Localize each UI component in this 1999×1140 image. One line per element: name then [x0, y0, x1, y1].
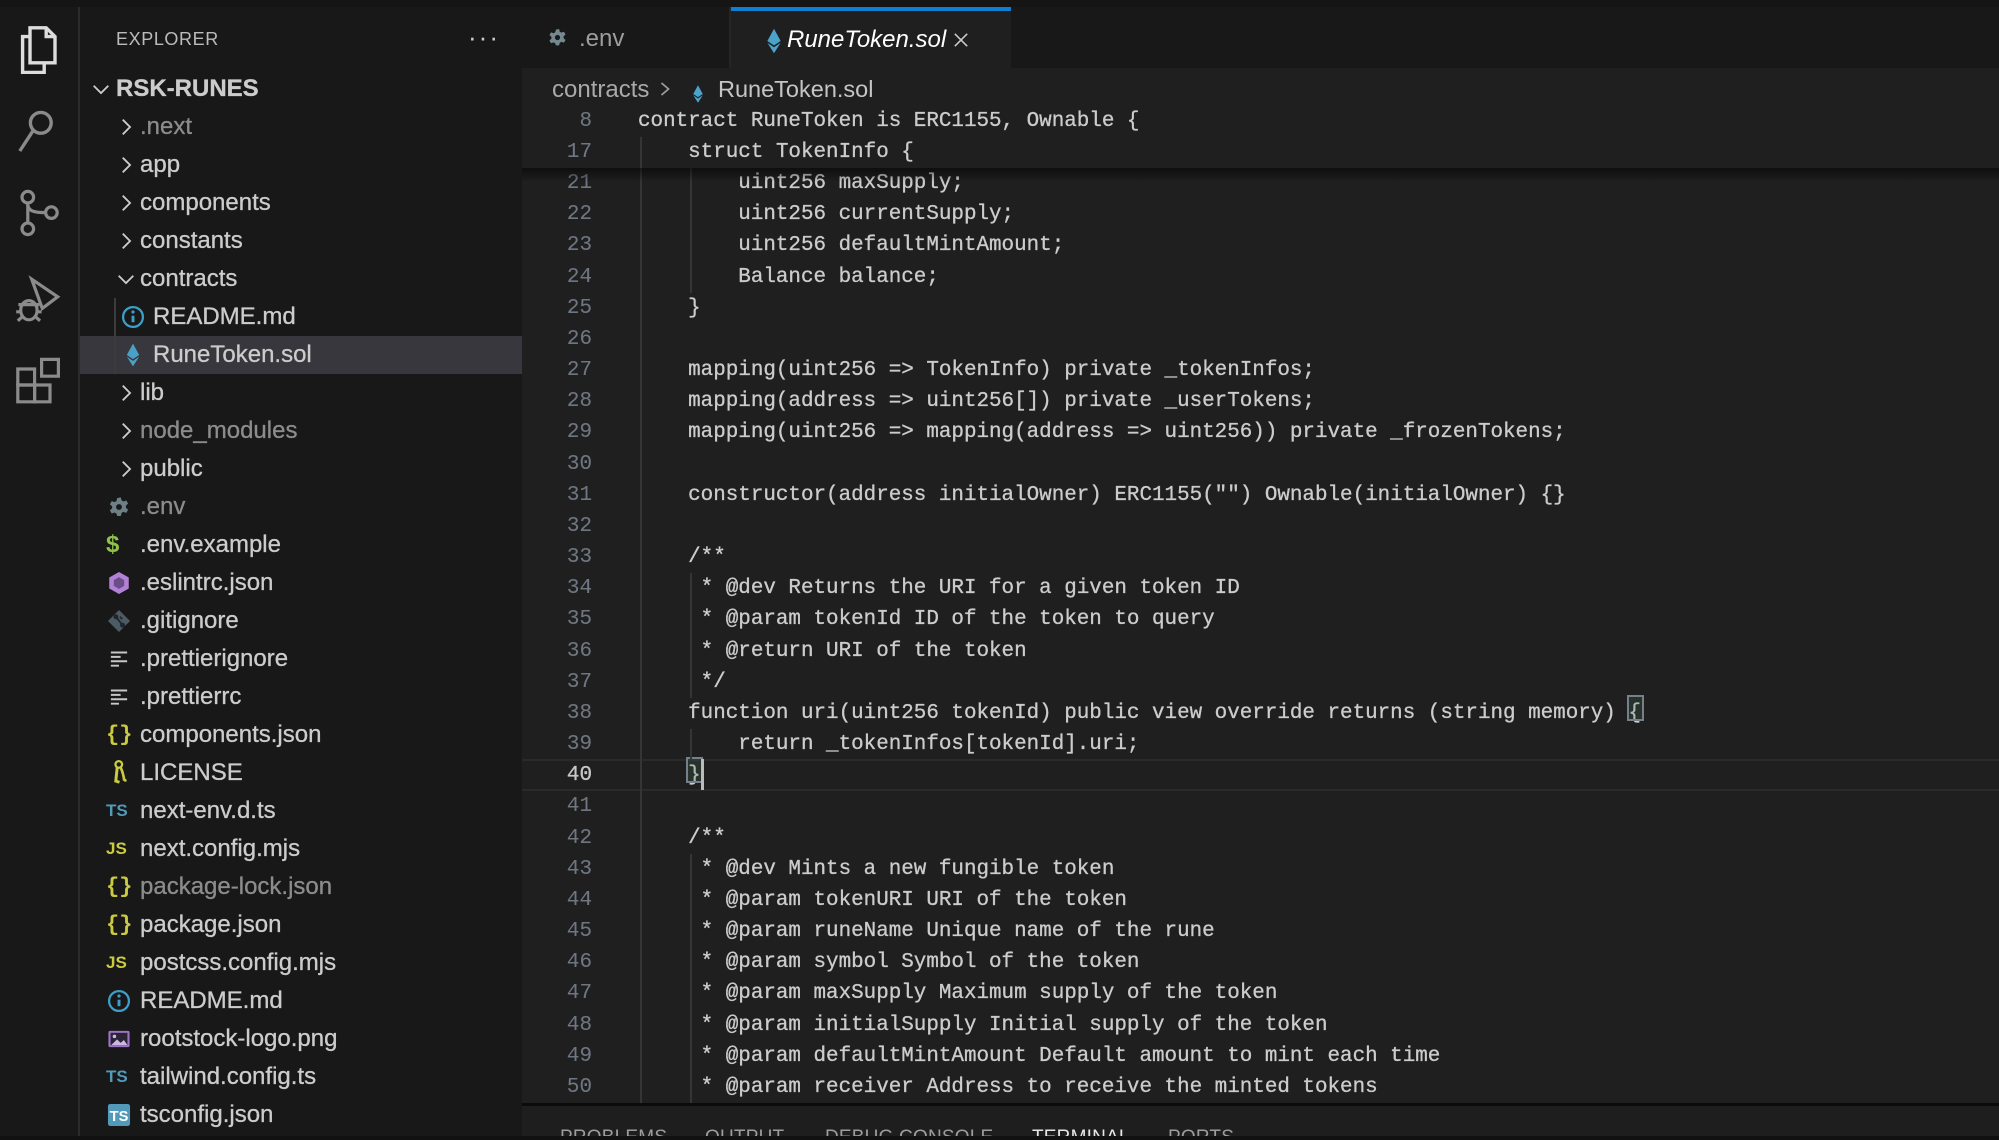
- svg-text:TS: TS: [110, 1108, 129, 1124]
